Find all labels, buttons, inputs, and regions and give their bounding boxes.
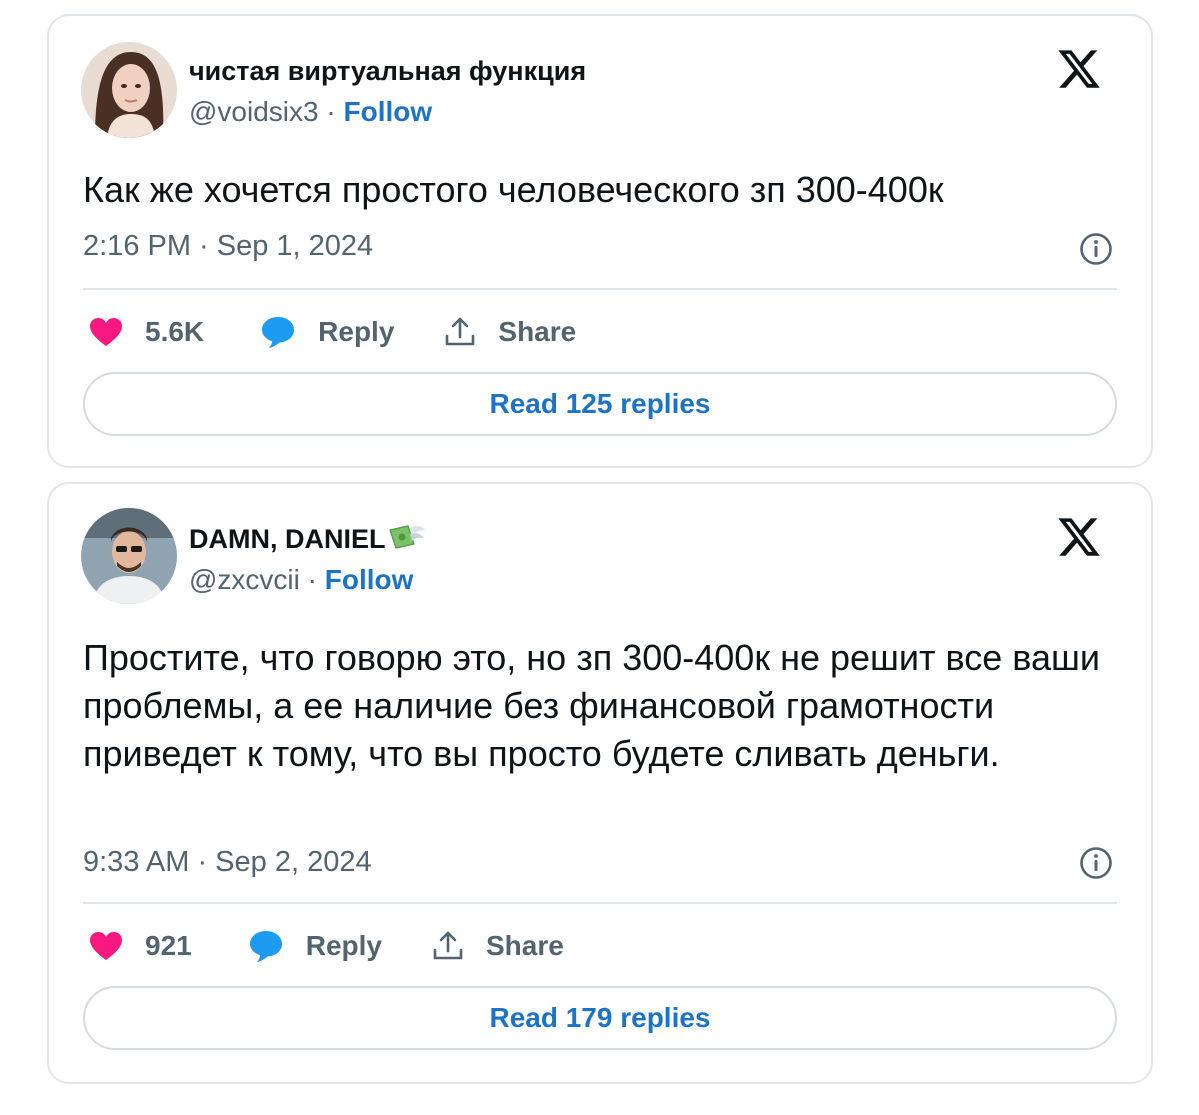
reply-button[interactable]: Reply — [260, 315, 394, 349]
action-bar: 921 Reply Share — [89, 924, 564, 968]
tweet-text: Как же хочется простого человеческого зп… — [83, 169, 944, 210]
heart-icon — [90, 318, 122, 346]
avatar[interactable] — [81, 508, 177, 604]
like-count: 5.6K — [145, 316, 205, 347]
heart-icon — [90, 932, 122, 960]
display-name[interactable]: чистая виртуальная функция — [189, 56, 586, 87]
money-with-wings-icon — [388, 525, 425, 549]
share-icon — [446, 317, 475, 346]
like-button[interactable]: 921 — [89, 930, 192, 962]
divider — [83, 288, 1117, 290]
separator-dot: · — [307, 564, 317, 595]
reply-button[interactable]: Reply — [248, 929, 382, 963]
divider — [83, 902, 1117, 904]
tweet-card-1: чистая виртуальная функция @voidsix3 · F… — [47, 14, 1153, 468]
read-replies-button[interactable]: Read 125 replies — [83, 372, 1117, 436]
timestamp[interactable]: 2:16 PM · Sep 1, 2024 — [83, 230, 373, 263]
handle-row: @voidsix3 · Follow — [189, 96, 432, 128]
share-label: Share — [485, 930, 564, 961]
action-bar: 5.6K Reply Share — [89, 310, 576, 354]
like-button[interactable]: 5.6K — [89, 316, 204, 348]
share-button[interactable]: Share — [444, 316, 576, 348]
reply-label: Reply — [305, 930, 382, 961]
share-button[interactable]: Share — [432, 930, 564, 962]
reply-bubble-icon — [262, 317, 295, 348]
user-handle[interactable]: @voidsix3 — [189, 96, 319, 127]
read-replies-button[interactable]: Read 179 replies — [83, 986, 1117, 1050]
info-icon[interactable] — [1079, 846, 1113, 880]
tweet-card-2: DAMN, DANIEL @zxcvcii · Follow Простите,… — [47, 482, 1153, 1084]
reply-bubble-icon — [249, 931, 282, 962]
timestamp[interactable]: 9:33 AM · Sep 2, 2024 — [83, 846, 372, 879]
separator-dot: · — [326, 96, 336, 127]
display-name[interactable]: DAMN, DANIEL — [189, 524, 386, 554]
handle-row: @zxcvcii · Follow — [189, 564, 413, 596]
avatar[interactable] — [81, 42, 177, 138]
follow-button[interactable]: Follow — [343, 96, 432, 127]
follow-button[interactable]: Follow — [325, 564, 414, 595]
like-count: 921 — [145, 930, 192, 961]
x-logo-icon[interactable] — [1055, 514, 1103, 560]
info-icon[interactable] — [1079, 232, 1113, 266]
display-name-row: DAMN, DANIEL — [189, 522, 426, 555]
share-icon — [433, 931, 463, 960]
tweet-text: Простите, что говорю это, но зп 300-400к… — [83, 637, 1100, 774]
reply-label: Reply — [318, 316, 395, 347]
x-logo-icon[interactable] — [1055, 46, 1103, 92]
share-label: Share — [498, 316, 577, 347]
user-handle[interactable]: @zxcvcii — [189, 564, 300, 595]
